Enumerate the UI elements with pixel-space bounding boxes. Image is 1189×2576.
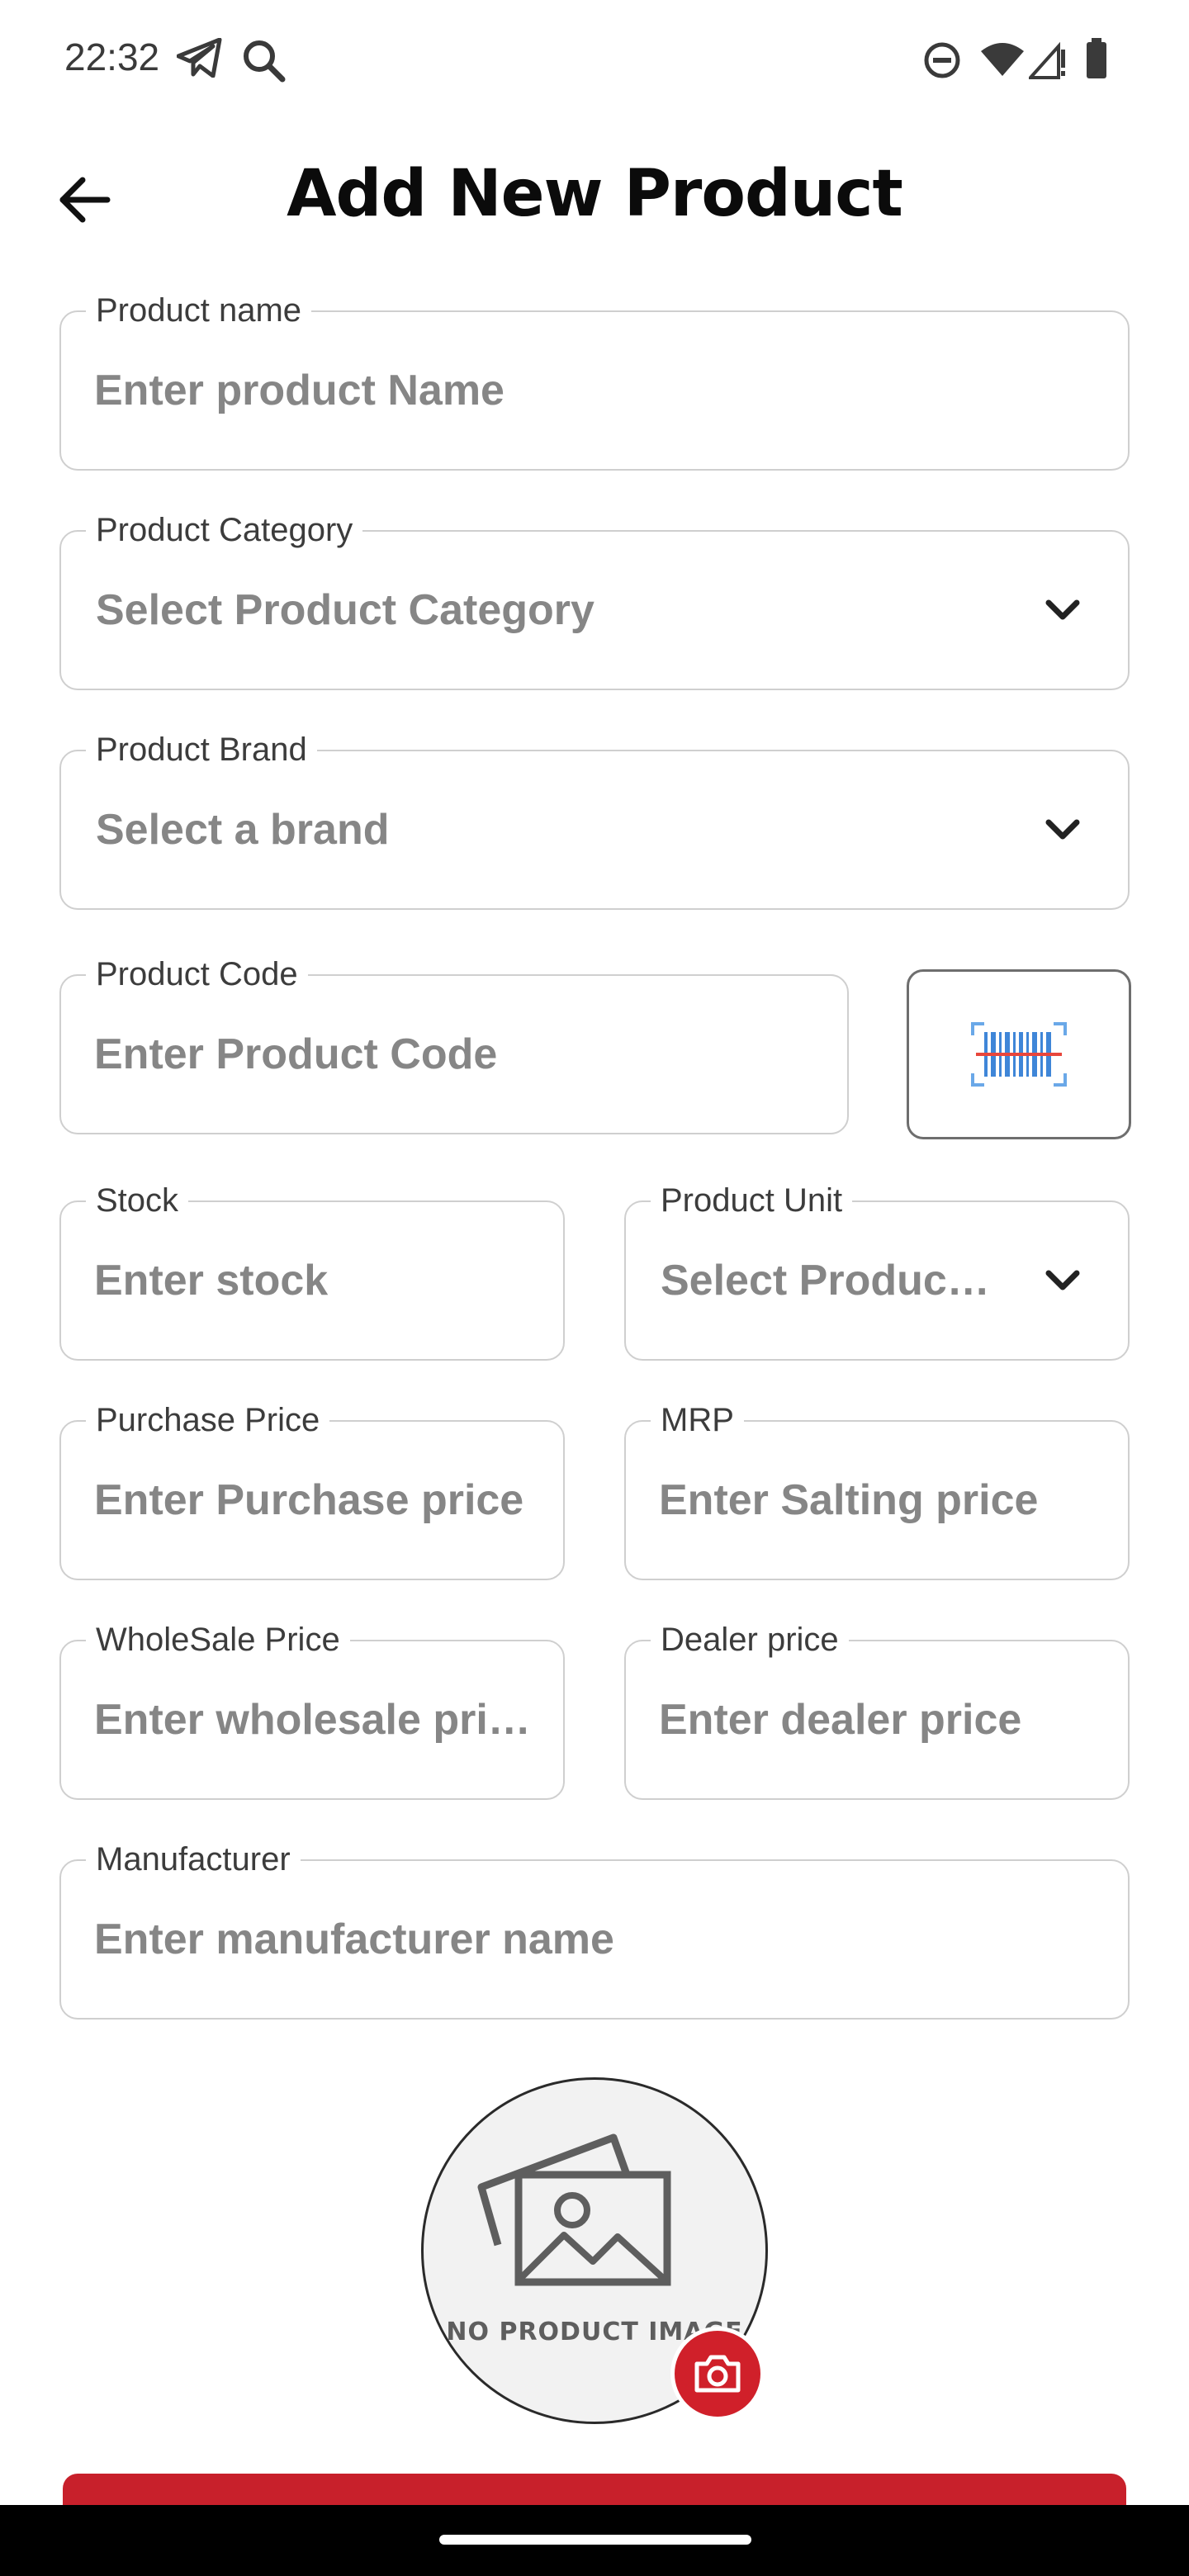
image-placeholder-icon: [477, 2133, 671, 2286]
dealer-price-field: Dealer price: [624, 1622, 1130, 1800]
chevron-down-icon: [1045, 819, 1080, 840]
product-code-input[interactable]: [94, 1030, 814, 1079]
barcode-scan-icon: [971, 1022, 1067, 1087]
signal-icon: [1029, 41, 1065, 79]
product-category-label: Product Category: [86, 512, 363, 548]
product-code-label: Product Code: [86, 956, 308, 992]
product-name-label: Product name: [86, 292, 312, 329]
wholesale-price-label: WholeSale Price: [86, 1622, 350, 1658]
product-code-field: Product Code: [59, 956, 849, 1134]
mrp-input[interactable]: [659, 1475, 1095, 1525]
camera-icon: [694, 2355, 741, 2393]
manufacturer-input[interactable]: [94, 1915, 1095, 1964]
home-gesture-handle[interactable]: [439, 2535, 751, 2545]
mrp-field: MRP: [624, 1402, 1130, 1580]
product-brand-label: Product Brand: [86, 732, 317, 768]
scan-barcode-button[interactable]: [907, 969, 1131, 1139]
chevron-down-icon: [1045, 599, 1080, 620]
mrp-label: MRP: [651, 1402, 744, 1438]
product-brand-value: Select a brand: [96, 806, 390, 854]
battery-icon: [1087, 38, 1106, 78]
product-category-select[interactable]: Product Category Select Product Category: [59, 512, 1130, 690]
telegram-icon: [177, 38, 222, 78]
manufacturer-label: Manufacturer: [86, 1841, 301, 1878]
product-unit-label: Product Unit: [651, 1182, 853, 1219]
stock-field: Stock: [59, 1182, 565, 1361]
product-name-input[interactable]: [94, 366, 1095, 415]
chevron-down-icon: [1045, 1270, 1080, 1290]
stock-input[interactable]: [94, 1256, 530, 1305]
product-category-value: Select Product Category: [96, 586, 594, 634]
wholesale-price-field: WholeSale Price: [59, 1622, 565, 1800]
camera-button[interactable]: [670, 2327, 765, 2421]
search-icon: [244, 40, 286, 83]
wifi-icon: [981, 43, 1024, 76]
product-brand-select[interactable]: Product Brand Select a brand: [59, 732, 1130, 910]
dealer-price-input[interactable]: [659, 1695, 1095, 1745]
product-unit-select[interactable]: Product Unit Select Produc…: [624, 1182, 1130, 1361]
do-not-disturb-icon: [924, 42, 960, 78]
manufacturer-field: Manufacturer: [59, 1841, 1130, 2020]
status-time: 22:32: [64, 36, 160, 78]
purchase-price-field: Purchase Price: [59, 1402, 565, 1580]
stock-label: Stock: [86, 1182, 189, 1219]
wholesale-price-input[interactable]: [94, 1695, 530, 1745]
purchase-price-input[interactable]: [94, 1475, 530, 1525]
purchase-price-label: Purchase Price: [86, 1402, 330, 1438]
status-bar: 22:32: [0, 0, 1189, 116]
add-product-screen: 22:32 Add New Product Product name Enter…: [0, 0, 1189, 2576]
product-unit-value: Select Produc…: [661, 1257, 990, 1305]
product-name-field: Product name: [59, 292, 1130, 471]
dealer-price-label: Dealer price: [651, 1622, 849, 1658]
page-title: Add New Product: [287, 157, 903, 231]
